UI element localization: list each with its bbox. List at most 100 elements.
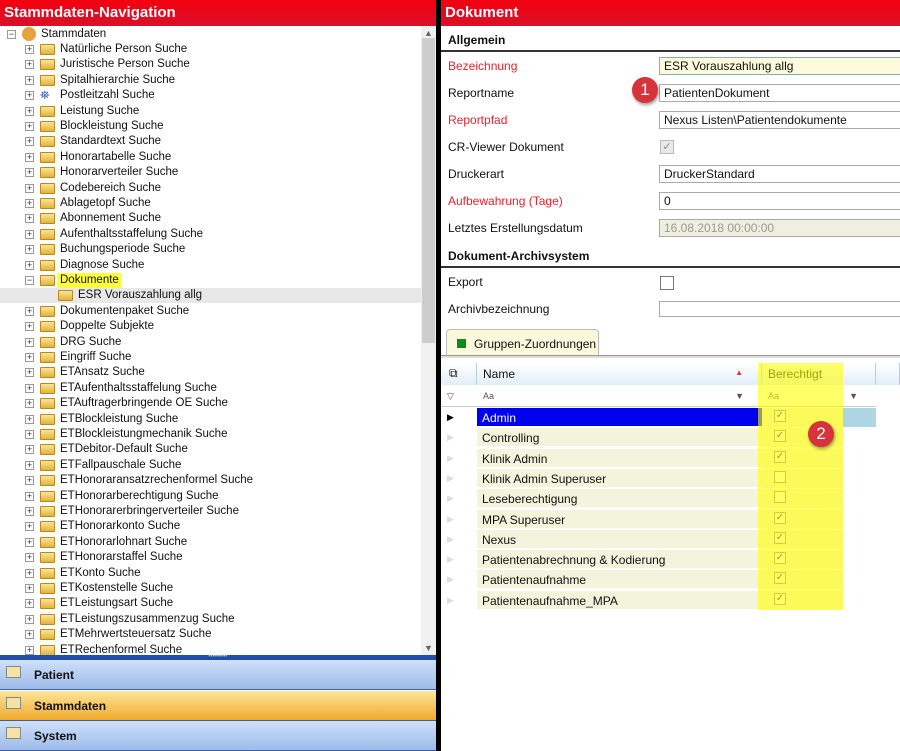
row-name[interactable]: Patientenaufnahme_MPA [477,590,762,610]
expand-icon[interactable]: + [25,168,34,178]
collapse-icon[interactable]: − [25,276,34,285]
expand-icon[interactable]: + [25,614,34,624]
expand-icon[interactable]: + [25,229,34,239]
tree-item[interactable]: + ETHonoraransatzrechenformel Suche [0,473,421,488]
row-name[interactable]: Klinik Admin [477,448,762,468]
row-name[interactable]: Nexus [477,529,762,549]
expand-icon[interactable]: + [25,476,34,486]
expand-icon[interactable]: + [25,584,34,593]
table-row[interactable]: ▶ Patientenaufnahme_MPA ✓ [441,590,900,611]
row-name[interactable]: Patientenabrechnung & Kodierung [477,550,762,570]
tree-item[interactable]: + ETHonorarerbringerverteiler Suche [0,504,421,519]
tree-item[interactable]: ESR Vorauszahlung allg [0,288,421,304]
dropdown-icon[interactable]: ▼ [849,391,858,401]
nav-stammdaten[interactable]: Stammdaten [0,690,436,721]
column-header-berechtigt[interactable]: Berechtigt [762,363,876,385]
expand-icon[interactable]: + [25,599,34,609]
table-row[interactable]: ▶ Patientenaufnahme ✓ [441,570,900,590]
table-row[interactable]: ▶ Klinik Admin Superuser [441,468,900,489]
row-name[interactable]: Controlling [477,428,762,448]
tree-item[interactable]: + ETLeistungsart Suche [0,596,421,611]
expand-icon[interactable]: + [25,122,34,131]
table-row[interactable]: ▶ Klinik Admin ✓ [441,448,900,469]
expand-icon[interactable]: + [25,245,34,255]
expand-icon[interactable]: + [25,91,34,101]
bezeichnung-field[interactable]: ESR Vorauszahlung allg [659,57,900,75]
tree-item[interactable]: + Dokumentenpaket Suche [0,304,421,319]
row-name[interactable]: Leseberechtigung [477,489,762,509]
tree-item[interactable]: + ETMehrwertsteuersatz Suche [0,627,421,642]
berechtigt-checkbox[interactable]: ✓ [774,511,786,524]
tree-item[interactable]: + Codebereich Suche [0,181,421,196]
tree-item[interactable]: + Eingriff Suche [0,350,421,365]
expand-icon[interactable]: + [25,553,34,563]
scrollbar-thumb[interactable] [422,38,435,343]
filter-name[interactable]: Aa ▼ [477,386,762,407]
expand-icon[interactable]: + [25,60,34,70]
expand-icon[interactable]: + [25,75,34,85]
expand-icon[interactable]: + [25,183,34,193]
tree-item[interactable]: + ETAufenthaltsstaffelung Suche [0,381,421,396]
berechtigt-checkbox[interactable] [774,491,786,504]
expand-icon[interactable]: + [25,199,34,208]
tree-item[interactable]: + ETAnsatz Suche [0,365,421,380]
table-row[interactable]: ▶ Nexus ✓ [441,529,900,550]
expand-icon[interactable]: + [25,399,34,409]
archivbezeichnung-field[interactable] [659,301,900,317]
nav-patient[interactable]: Patient [0,660,436,690]
tree-item[interactable]: + ⛯ Postleitzahl Suche [0,88,421,103]
expand-icon[interactable]: + [25,152,34,162]
expand-icon[interactable]: + [25,522,34,532]
expand-icon[interactable]: + [25,507,34,516]
scroll-up-icon[interactable]: ▲ [424,28,433,38]
column-chooser-icon[interactable]: ⧉ [441,363,477,385]
tree-item[interactable]: + ETHonorarlohnart Suche [0,535,421,550]
expand-icon[interactable]: + [25,306,34,316]
column-header-name[interactable]: Name ▲ [477,363,762,385]
berechtigt-checkbox[interactable]: ✓ [774,552,786,565]
tree-scrollbar[interactable]: ▲ ▼ [421,26,436,655]
tree-item[interactable]: − Dokumente [0,273,421,288]
export-checkbox[interactable] [660,276,674,290]
expand-icon[interactable]: + [25,445,34,455]
tree-item[interactable]: + ETBlockleistung Suche [0,412,421,427]
tree-item[interactable]: + Leistung Suche [0,104,421,119]
nav-system[interactable]: System [0,721,436,751]
crviewer-checkbox[interactable]: ✓ [660,140,674,154]
scroll-down-icon[interactable]: ▼ [424,643,433,653]
table-row[interactable]: ▶ Leseberechtigung [441,489,900,509]
expand-icon[interactable]: + [25,645,34,655]
reportname-field[interactable]: PatientenDokument [659,84,900,102]
expand-icon[interactable]: + [25,630,34,640]
tree-item[interactable]: + Standardtext Suche [0,134,421,149]
expand-icon[interactable]: + [25,568,34,578]
expand-icon[interactable]: + [25,430,34,439]
expand-icon[interactable]: + [25,260,34,270]
expand-icon[interactable]: + [25,383,34,393]
expand-icon[interactable]: + [25,322,34,332]
expand-icon[interactable]: + [25,537,34,547]
tree-item[interactable]: + Spitalhierarchie Suche [0,73,421,88]
row-name[interactable]: Admin [477,408,762,427]
collapse-icon[interactable]: − [7,30,16,39]
tree-item[interactable]: + Diagnose Suche [0,258,421,273]
table-row[interactable]: ▶ Patientenabrechnung & Kodierung ✓ [441,550,900,570]
tree-item[interactable]: + Blockleistung Suche [0,119,421,134]
tree-item[interactable]: + Abonnement Suche [0,211,421,226]
tree-item[interactable]: + Juristische Person Suche [0,57,421,72]
tree-item[interactable]: + ETKonto Suche [0,566,421,581]
aufbewahrung-field[interactable]: 0 [659,192,900,210]
row-name[interactable]: MPA Superuser [477,509,762,529]
tree-item[interactable]: + Aufenthaltsstaffelung Suche [0,227,421,242]
tree-item[interactable]: + Buchungsperiode Suche [0,242,421,257]
table-row[interactable]: ▶ MPA Superuser ✓ [441,509,900,530]
berechtigt-checkbox[interactable]: ✓ [774,572,786,585]
tree-root[interactable]: − Stammdaten [0,27,421,42]
dropdown-icon[interactable]: ▼ [735,391,744,401]
tree-item[interactable]: + DRG Suche [0,335,421,350]
tree-item[interactable]: + Honorarverteiler Suche [0,165,421,180]
expand-icon[interactable]: + [25,353,34,362]
tree-item[interactable]: + ETHonorarkonto Suche [0,519,421,534]
expand-icon[interactable]: + [25,368,34,378]
berechtigt-checkbox[interactable]: ✓ [774,430,786,443]
